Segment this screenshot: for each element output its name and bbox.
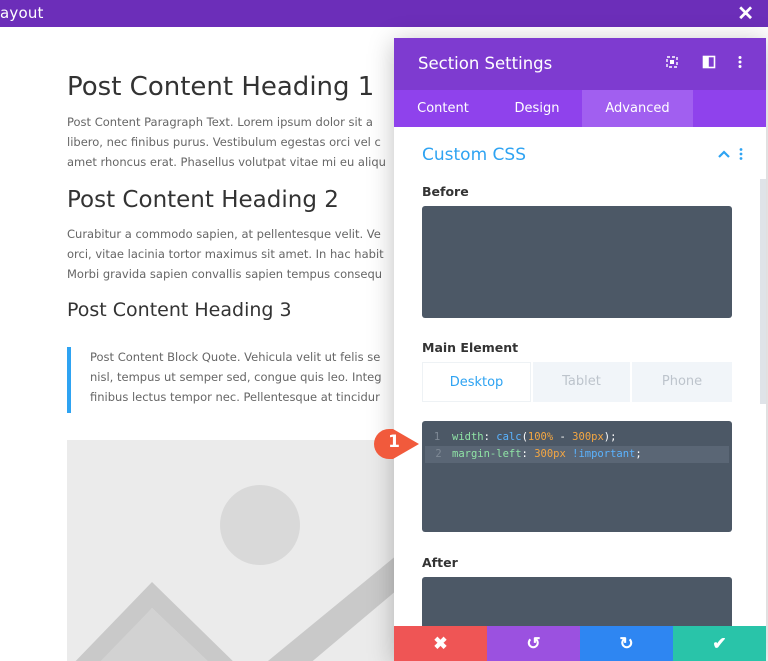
panel-title: Section Settings [418,54,553,73]
after-css-editor[interactable] [422,577,732,626]
image-placeholder [67,440,397,661]
code-line-2: 2 margin-left: 300px !important; [425,446,729,463]
tab-content[interactable]: Content [394,90,492,127]
checkmark-icon: ✔ [712,634,727,653]
redo-icon: ↻ [619,634,634,653]
undo-button[interactable]: ↺ [487,626,580,661]
callout-marker: 1 [373,428,419,460]
post-blockquote: Post Content Block Quote. Vehicula velit… [67,347,397,413]
tab-design[interactable]: Design [492,90,582,127]
panel-footer: ✖ ↺ ↻ ✔ [394,626,766,661]
css-operator: - [559,431,566,443]
close-x-icon: ✖ [433,634,448,653]
css-value: 300px [534,448,566,460]
top-bar: ayout ✕ [0,0,768,27]
main-element-label: Main Element [422,340,519,355]
after-label: After [422,555,458,570]
undo-icon: ↺ [526,634,541,653]
tab-advanced[interactable]: Advanced [582,90,693,127]
expand-icon[interactable] [665,55,679,69]
css-function: calc [496,431,522,443]
post-heading-1: Post Content Heading 1 [67,72,375,102]
device-tabs: Desktop Tablet Phone [422,362,732,402]
post-paragraph-2: Curabitur a commodo sapien, at pellentes… [67,224,397,284]
quote-line: nisl, tempus ut semper sed, congue quis … [90,370,382,384]
panel-scrollbar[interactable] [760,179,766,404]
paragraph-line: amet rhoncus erat. Phasellus volutpat vi… [67,155,386,169]
save-button[interactable]: ✔ [673,626,766,661]
more-vertical-icon[interactable] [733,55,747,69]
section-settings-panel: Section Settings Content Design Advanced… [394,38,766,661]
custom-css-title[interactable]: Custom CSS [422,145,526,165]
discard-button[interactable]: ✖ [394,626,487,661]
chevron-up-icon[interactable] [717,147,731,164]
css-property: margin-left [452,448,522,460]
paragraph-line: Curabitur a commodo sapien, at pellentes… [67,227,381,241]
post-heading-3: Post Content Heading 3 [67,299,292,321]
line-number: 2 [435,448,442,460]
section-menu-icon[interactable] [738,147,744,164]
tab-phone[interactable]: Phone [632,362,732,402]
panel-tabs: Content Design Advanced [394,90,766,127]
code-line-1: 1 width: calc(100% - 300px); [422,429,732,446]
post-paragraph-1: Post Content Paragraph Text. Lorem ipsum… [67,112,397,172]
css-value: 300px [572,431,604,443]
before-label: Before [422,184,469,199]
tab-desktop[interactable]: Desktop [422,362,531,402]
paragraph-line: libero, nec finibus purus. Vestibulum eg… [67,135,381,149]
callout-number: 1 [388,432,400,452]
css-property: width [452,431,484,443]
quote-line: Post Content Block Quote. Vehicula velit… [90,350,381,364]
image-placeholder-icon [75,485,397,661]
css-value: 100% [527,431,554,443]
window-title: ayout [0,4,44,22]
paragraph-line: orci, vitae lacinia tortor maximus sit a… [67,247,384,261]
redo-button[interactable]: ↻ [580,626,673,661]
close-icon[interactable]: ✕ [737,1,754,26]
post-heading-2: Post Content Heading 2 [67,187,339,213]
main-element-css-editor[interactable]: 1 width: calc(100% - 300px); 2 margin-left… [422,421,732,532]
paragraph-line: Morbi gravida sapien convallis sapien te… [67,267,383,281]
quote-line: finibus lectus tempor nec. Pellentesque … [90,390,380,404]
paragraph-line: Post Content Paragraph Text. Lorem ipsum… [67,115,373,129]
split-view-icon[interactable] [702,55,716,69]
line-number: 1 [433,431,441,443]
panel-body: Custom CSS Before Main Element Desktop T… [394,127,766,626]
before-css-editor[interactable] [422,206,732,318]
panel-header: Section Settings [394,38,766,90]
tab-tablet[interactable]: Tablet [533,362,630,402]
css-keyword: !important [572,448,636,460]
